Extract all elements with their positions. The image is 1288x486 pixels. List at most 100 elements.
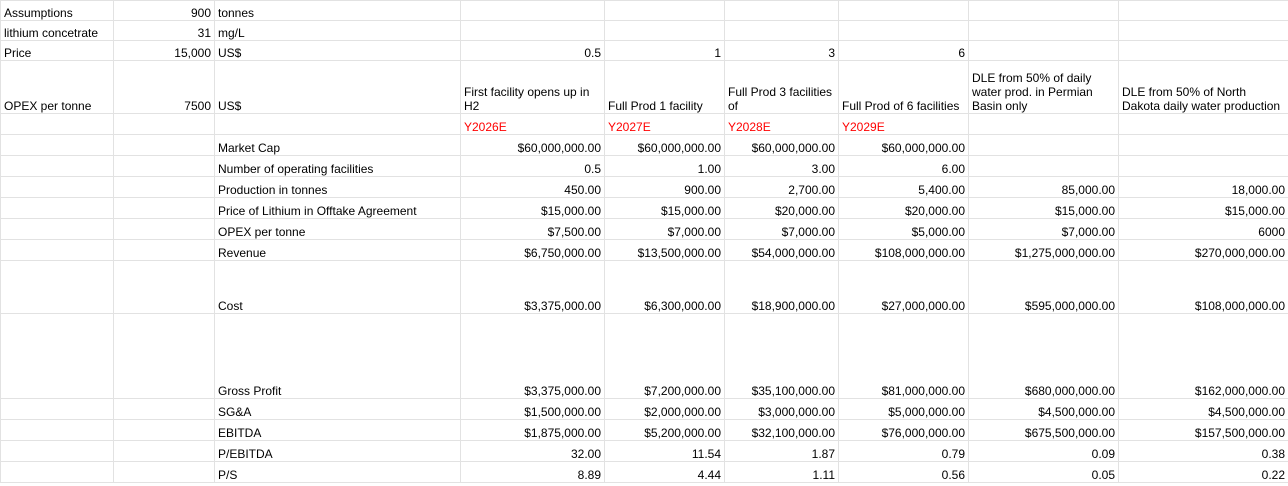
empty-cell[interactable] xyxy=(0,440,114,462)
metric-value[interactable]: $270,000,000.00 xyxy=(1118,239,1288,261)
empty-cell[interactable] xyxy=(838,20,969,41)
metric-value[interactable]: 900.00 xyxy=(604,176,725,198)
metric-value[interactable]: $3,375,000.00 xyxy=(460,313,605,399)
empty-cell[interactable] xyxy=(1118,40,1288,61)
empty-cell[interactable] xyxy=(113,155,215,177)
metric-value[interactable]: $1,275,000,000.00 xyxy=(968,239,1119,261)
year-label[interactable]: Y2029E xyxy=(838,113,969,135)
metric-value[interactable]: 85,000.00 xyxy=(968,176,1119,198)
empty-cell[interactable] xyxy=(113,113,215,135)
metric-value[interactable]: $60,000,000.00 xyxy=(838,134,969,156)
metric-value[interactable]: 0.38 xyxy=(1118,440,1288,462)
metric-value[interactable]: 11.54 xyxy=(604,440,725,462)
metric-value[interactable]: 2,700.00 xyxy=(724,176,839,198)
empty-cell[interactable] xyxy=(113,419,215,441)
metric-value[interactable]: 450.00 xyxy=(460,176,605,198)
assumption-label[interactable]: Assumptions xyxy=(0,0,114,21)
facility-multiplier[interactable]: 3 xyxy=(724,40,839,61)
metric-value[interactable]: $5,200,000.00 xyxy=(604,419,725,441)
assumption-label[interactable]: OPEX per tonne xyxy=(0,60,114,114)
metric-value[interactable]: $680,000,000.00 xyxy=(968,313,1119,399)
metric-value[interactable]: 0.22 xyxy=(1118,461,1288,483)
metric-value[interactable]: $18,900,000.00 xyxy=(724,260,839,314)
metric-label[interactable]: Gross Profit xyxy=(214,313,461,399)
metric-value[interactable]: $1,500,000.00 xyxy=(460,398,605,420)
metric-value[interactable]: $6,750,000.00 xyxy=(460,239,605,261)
metric-value[interactable]: $595,000,000.00 xyxy=(968,260,1119,314)
metric-value[interactable]: $1,875,000.00 xyxy=(460,419,605,441)
empty-cell[interactable] xyxy=(1118,20,1288,41)
empty-cell[interactable] xyxy=(0,239,114,261)
metric-value[interactable]: $20,000.00 xyxy=(838,197,969,219)
metric-value[interactable]: 1.11 xyxy=(724,461,839,483)
metric-value[interactable]: $5,000,000.00 xyxy=(838,398,969,420)
metric-value[interactable]: 0.56 xyxy=(838,461,969,483)
facility-multiplier[interactable]: 6 xyxy=(838,40,969,61)
empty-cell[interactable] xyxy=(0,197,114,219)
column-header[interactable]: Full Prod 1 facility xyxy=(604,60,725,114)
metric-value[interactable]: $15,000.00 xyxy=(1118,197,1288,219)
metric-value[interactable]: $7,000.00 xyxy=(968,218,1119,240)
assumption-unit[interactable]: US$ xyxy=(214,40,461,61)
metric-value[interactable]: $20,000.00 xyxy=(724,197,839,219)
metric-value[interactable]: $108,000,000.00 xyxy=(838,239,969,261)
metric-value[interactable] xyxy=(1118,134,1288,156)
metric-value[interactable]: $108,000,000.00 xyxy=(1118,260,1288,314)
empty-cell[interactable] xyxy=(113,134,215,156)
metric-label[interactable]: P/S xyxy=(214,461,461,483)
metric-value[interactable]: $3,000,000.00 xyxy=(724,398,839,420)
empty-cell[interactable] xyxy=(968,20,1119,41)
empty-cell[interactable] xyxy=(724,0,839,21)
empty-cell[interactable] xyxy=(968,113,1119,135)
metric-value[interactable]: $13,500,000.00 xyxy=(604,239,725,261)
metric-label[interactable]: Production in tonnes xyxy=(214,176,461,198)
metric-value[interactable]: 8.89 xyxy=(460,461,605,483)
facility-multiplier[interactable]: 1 xyxy=(604,40,725,61)
metric-value[interactable]: $35,100,000.00 xyxy=(724,313,839,399)
year-label[interactable]: Y2027E xyxy=(604,113,725,135)
metric-value[interactable]: $4,500,000.00 xyxy=(968,398,1119,420)
metric-label[interactable]: Market Cap xyxy=(214,134,461,156)
metric-value[interactable]: $4,500,000.00 xyxy=(1118,398,1288,420)
metric-value[interactable]: $5,000.00 xyxy=(838,218,969,240)
metric-value[interactable]: $162,000,000.00 xyxy=(1118,313,1288,399)
assumption-value[interactable]: 7500 xyxy=(113,60,215,114)
empty-cell[interactable] xyxy=(0,176,114,198)
assumption-value[interactable]: 900 xyxy=(113,0,215,21)
metric-value[interactable]: $60,000,000.00 xyxy=(604,134,725,156)
empty-cell[interactable] xyxy=(724,20,839,41)
metric-value[interactable]: 6.00 xyxy=(838,155,969,177)
metric-value[interactable]: 3.00 xyxy=(724,155,839,177)
column-header[interactable]: Full Prod 3 facilities of xyxy=(724,60,839,114)
metric-value[interactable]: 32.00 xyxy=(460,440,605,462)
metric-value[interactable]: $60,000,000.00 xyxy=(724,134,839,156)
empty-cell[interactable] xyxy=(113,440,215,462)
metric-label[interactable]: EBITDA xyxy=(214,419,461,441)
empty-cell[interactable] xyxy=(838,0,969,21)
metric-label[interactable]: Cost xyxy=(214,260,461,314)
empty-cell[interactable] xyxy=(0,260,114,314)
metric-label[interactable]: OPEX per tonne xyxy=(214,218,461,240)
metric-value[interactable]: $157,500,000.00 xyxy=(1118,419,1288,441)
empty-cell[interactable] xyxy=(968,0,1119,21)
empty-cell[interactable] xyxy=(460,0,605,21)
empty-cell[interactable] xyxy=(113,176,215,198)
metric-value[interactable]: 0.79 xyxy=(838,440,969,462)
metric-value[interactable]: $15,000.00 xyxy=(460,197,605,219)
metric-value[interactable]: 1.87 xyxy=(724,440,839,462)
metric-value[interactable]: 0.5 xyxy=(460,155,605,177)
metric-value[interactable]: 1.00 xyxy=(604,155,725,177)
year-label[interactable]: Y2028E xyxy=(724,113,839,135)
metric-value[interactable]: $54,000,000.00 xyxy=(724,239,839,261)
metric-value[interactable] xyxy=(1118,155,1288,177)
column-header[interactable]: Full Prod of 6 facilities xyxy=(838,60,969,114)
empty-cell[interactable] xyxy=(460,20,605,41)
metric-value[interactable]: $7,500.00 xyxy=(460,218,605,240)
assumption-value[interactable]: 31 xyxy=(113,20,215,41)
metric-value[interactable] xyxy=(968,134,1119,156)
facility-multiplier[interactable]: 0.5 xyxy=(460,40,605,61)
metric-value[interactable]: $675,500,000.00 xyxy=(968,419,1119,441)
empty-cell[interactable] xyxy=(0,113,114,135)
column-header[interactable]: DLE from 50% of North Dakota daily water… xyxy=(1118,60,1288,114)
empty-cell[interactable] xyxy=(0,313,114,399)
